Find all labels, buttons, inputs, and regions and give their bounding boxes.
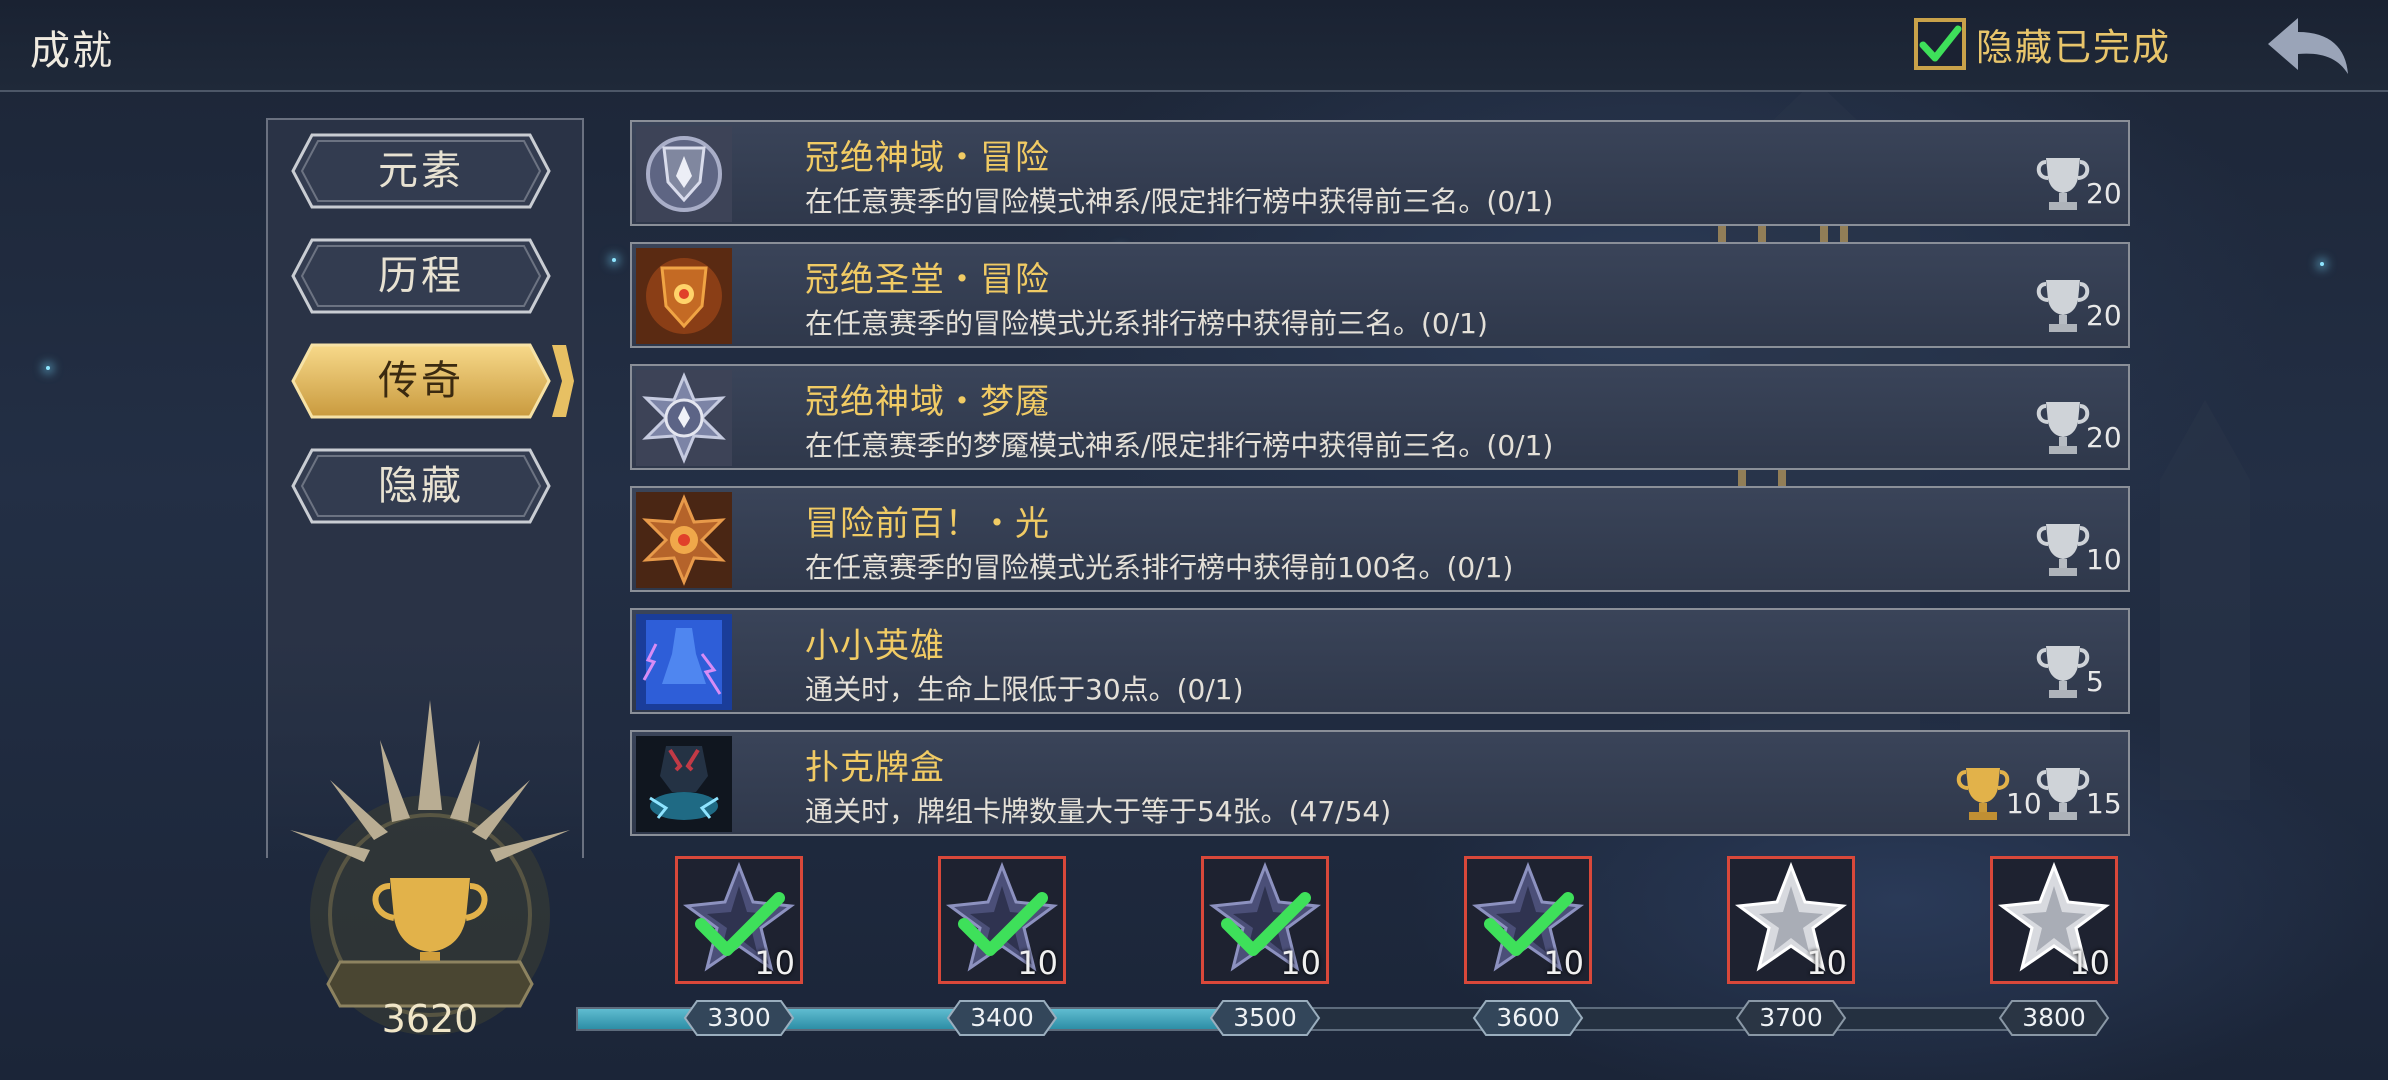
achievement-name: 扑克牌盒 [805,748,945,788]
category-label: 元素 [378,148,464,194]
milestone-reward[interactable]: 10 [1464,856,1592,984]
milestone-reward-value: 10 [1543,944,1584,982]
achievement-name: 冒险前百！・光 [805,504,1050,544]
hide-completed-toggle[interactable]: 隐藏已完成 [1914,14,2171,74]
hide-completed-checkbox[interactable] [1914,18,1966,70]
silver-trophy-icon [2036,158,2090,210]
achievement-row[interactable]: 冠绝神域・冒险 在任意赛季的冒险模式神系/限定排行榜中获得前三名。(0/1) 2… [630,120,2130,226]
silver-trophy-icon [2036,402,2090,454]
gold-trophy-icon [1956,768,2010,820]
reward-value: 15 [2086,787,2122,820]
milestone-threshold: 3300 [683,998,795,1038]
category-label: 传奇 [378,358,464,404]
silver-trophy-icon [2036,280,2090,332]
reward-value: 20 [2086,421,2122,454]
reward-group: 10 [2036,508,2122,578]
category-tab-history[interactable]: 历程 [290,237,552,315]
card-box-icon [636,736,732,832]
reward-value: 10 [2086,543,2122,576]
achievement-description: 在任意赛季的冒险模式神系/限定排行榜中获得前三名。(0/1) [805,185,1554,218]
category-tab-elements[interactable]: 元素 [290,132,552,210]
divine-star-medal-icon [636,370,732,466]
reward-group: 20 [2036,142,2122,212]
back-button[interactable] [2264,14,2354,78]
milestone-threshold: 3700 [1735,998,1847,1038]
achievement-row[interactable]: 小小英雄 通关时，生命上限低于30点。(0/1) 5 [630,608,2130,714]
achievement-description: 在任意赛季的梦魇模式神系/限定排行榜中获得前三名。(0/1) [805,429,1554,462]
hide-completed-label: 隐藏已完成 [1976,26,2171,69]
reward-value: 20 [2086,177,2122,210]
category-label: 隐藏 [378,463,464,509]
achievement-name: 冠绝圣堂・冒险 [805,260,1050,300]
threshold-label: 3800 [2022,1003,2086,1032]
little-hero-card-icon [636,614,732,710]
threshold-label: 3500 [1233,1003,1297,1032]
milestone-reward[interactable]: 10 [1990,856,2118,984]
reward-value: 20 [2086,299,2122,332]
silver-trophy-icon [2036,646,2090,698]
threshold-label: 3300 [707,1003,771,1032]
top-bar: 成就 隐藏已完成 [0,0,2388,92]
milestone-reward[interactable]: 10 [1727,856,1855,984]
achievement-row[interactable]: 扑克牌盒 通关时，牌组卡牌数量大于等于54张。(47/54) 10 15 [630,730,2130,836]
light-star-medal-icon [636,492,732,588]
silver-trophy-icon [2036,768,2090,820]
achievement-description: 在任意赛季的冒险模式光系排行榜中获得前三名。(0/1) [805,307,1488,340]
star-sparkle [612,258,616,262]
reward-group: 5 [2036,630,2104,700]
achievement-name: 冠绝神域・冒险 [805,138,1050,178]
achievement-description: 通关时，生命上限低于30点。(0/1) [805,673,1244,706]
trophy-emblem [290,700,570,1035]
total-score: 3620 [381,997,479,1041]
milestone-reward-value: 10 [754,944,795,982]
threshold-label: 3400 [970,1003,1034,1032]
back-arrow-icon [2268,18,2348,74]
milestone-reward-value: 10 [1017,944,1058,982]
divine-shield-medal-icon [636,126,732,222]
holy-shield-medal-icon [636,248,732,344]
achievement-description: 在任意赛季的冒险模式光系排行榜中获得前100名。(0/1) [805,551,1514,584]
achievement-row[interactable]: 冒险前百！・光 在任意赛季的冒险模式光系排行榜中获得前100名。(0/1) 10 [630,486,2130,592]
achievement-description: 通关时，牌组卡牌数量大于等于54张。(47/54) [805,795,1392,828]
silver-trophy-icon [2036,524,2090,576]
achievement-name: 小小英雄 [805,626,945,666]
milestone-reward[interactable]: 10 [675,856,803,984]
achievement-row[interactable]: 冠绝神域・梦魇 在任意赛季的梦魇模式神系/限定排行榜中获得前三名。(0/1) 2… [630,364,2130,470]
reward-group: 20 [2036,264,2122,334]
star-sparkle [46,366,50,370]
threshold-label: 3700 [1759,1003,1823,1032]
achievement-row[interactable]: 冠绝圣堂・冒险 在任意赛季的冒险模式光系排行榜中获得前三名。(0/1) 20 [630,242,2130,348]
milestone-reward[interactable]: 10 [1201,856,1329,984]
category-tab-hidden[interactable]: 隐藏 [290,447,552,525]
page-title: 成就 [30,28,114,74]
checkmark-icon [1919,25,1962,62]
milestone-reward-value: 10 [1280,944,1321,982]
category-label: 历程 [378,253,464,299]
milestone-reward-value: 10 [1806,944,1847,982]
reward-group: 15 [2036,752,2122,822]
milestone-threshold: 3600 [1472,998,1584,1038]
milestone-threshold: 3400 [946,998,1058,1038]
milestone-reward[interactable]: 10 [938,856,1066,984]
reward-group: 10 [1956,752,2042,822]
progress-fill [578,1009,1240,1029]
category-tab-legend[interactable]: 传奇 [290,342,574,420]
milestone-reward-value: 10 [2069,944,2110,982]
reward-group: 20 [2036,386,2122,456]
threshold-label: 3600 [1496,1003,1560,1032]
achievement-name: 冠绝神域・梦魇 [805,382,1050,422]
score-progress-bar [576,1007,2100,1031]
reward-value: 5 [2086,665,2104,698]
milestone-threshold: 3800 [1998,998,2110,1038]
milestone-threshold: 3500 [1209,998,1321,1038]
